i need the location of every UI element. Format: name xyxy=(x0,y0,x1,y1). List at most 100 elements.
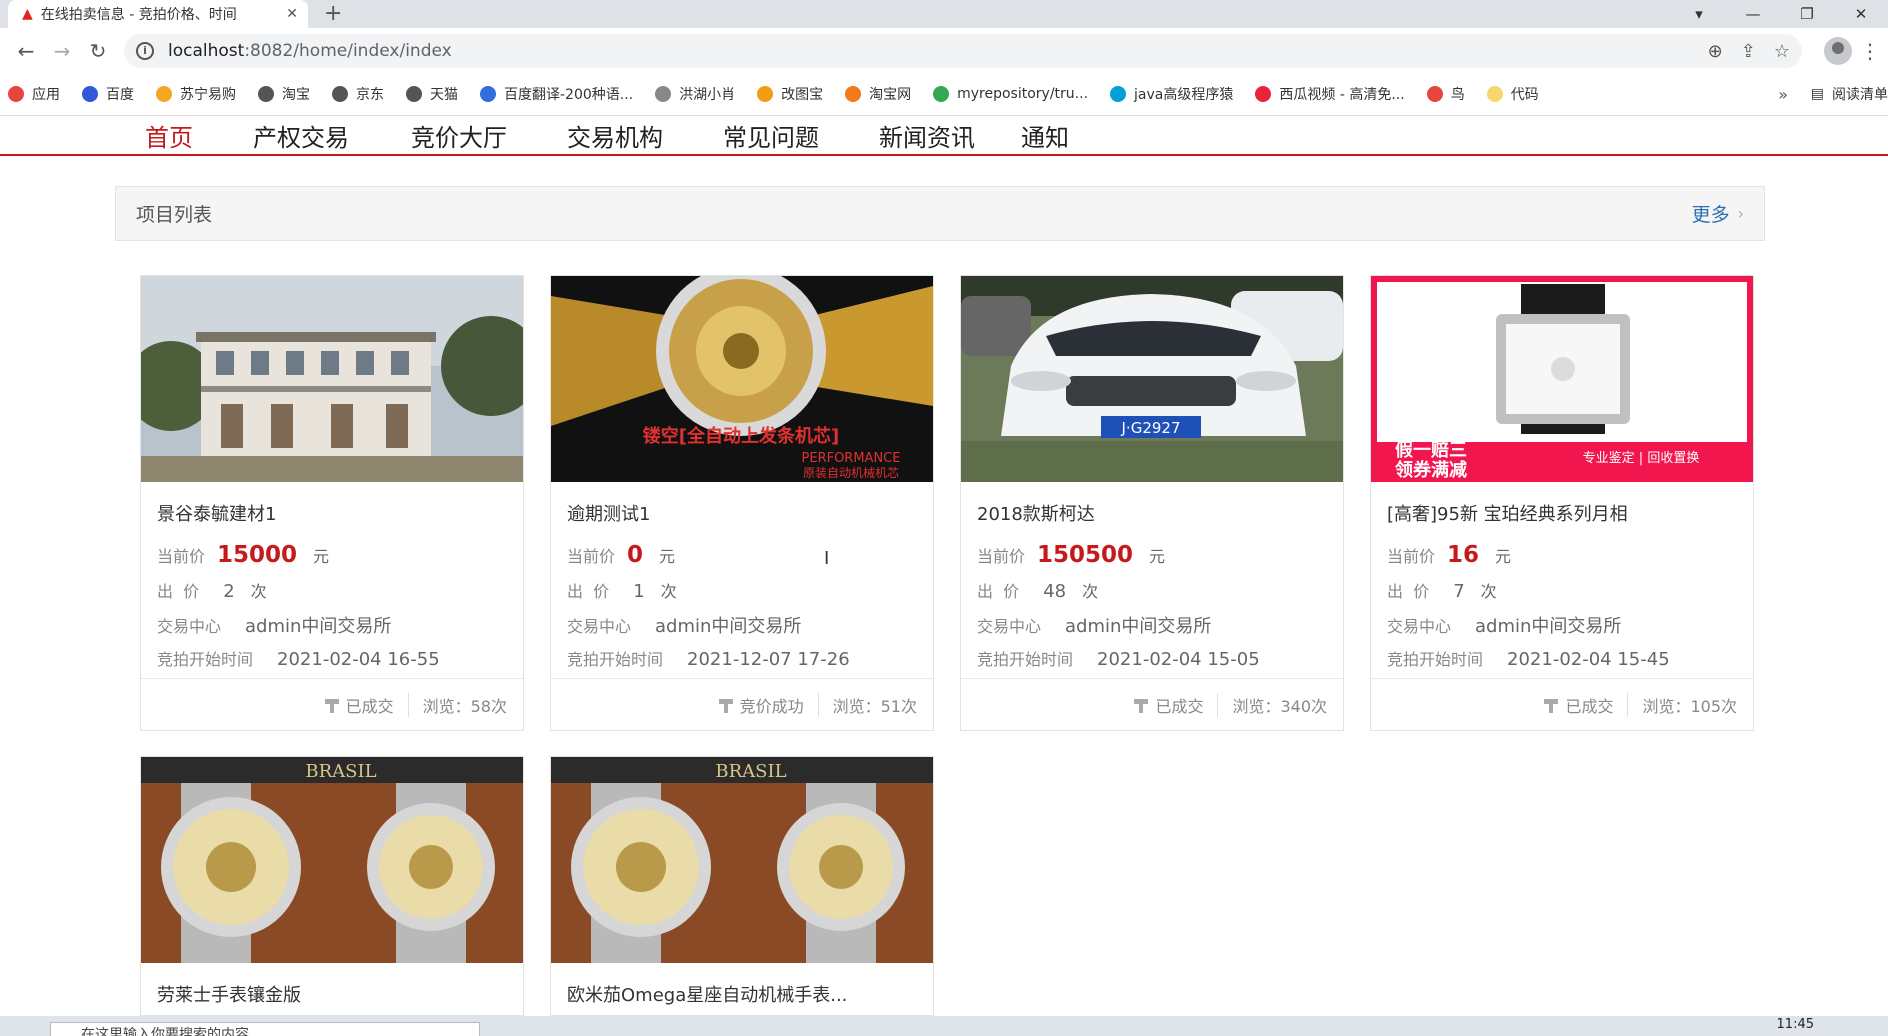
card-image-car[interactable]: J·G2927 xyxy=(961,276,1343,482)
price-unit: 元 xyxy=(313,547,330,566)
card-title[interactable]: 逾期测试1 xyxy=(567,500,917,526)
center-value: admin中间交易所 xyxy=(245,616,392,637)
close-window-icon[interactable]: ✕ xyxy=(1834,5,1888,23)
nav-item[interactable]: 通知 xyxy=(1021,118,1069,153)
bookmark-item[interactable]: 应用 xyxy=(8,84,60,104)
bookmark-item[interactable]: 百度 xyxy=(82,84,134,104)
bookmark-favicon-icon xyxy=(655,86,672,102)
profile-avatar[interactable] xyxy=(1824,37,1852,65)
bid-label: 出 价 xyxy=(1387,582,1430,601)
auction-card[interactable]: 镂空[全自动上发条机芯] PERFORMANCE 原装自动机械机芯 逾期测试1 当… xyxy=(550,275,934,731)
auction-card[interactable]: J·G2927 2018款斯柯达 当前价 150500 元出 价 48 次交易中心 admi… xyxy=(960,275,1344,731)
tab-search-icon[interactable]: ▾ xyxy=(1672,5,1726,23)
bookmarks-overflow-icon[interactable]: » xyxy=(1778,85,1788,104)
price-label: 当前价 xyxy=(567,547,616,566)
bookmark-item[interactable]: 西瓜视频 - 高清免... xyxy=(1255,84,1405,104)
bookmark-star-icon[interactable]: ☆ xyxy=(1774,41,1790,62)
card-image-building[interactable] xyxy=(141,276,523,482)
new-tab-icon[interactable]: + xyxy=(324,0,342,28)
bookmark-label: 改图宝 xyxy=(781,87,824,103)
card-title[interactable]: 景谷泰毓建材1 xyxy=(157,500,507,526)
auction-card[interactable]: 景谷泰毓建材1 当前价 15000 元出 价 2 次交易中心 admin中间交易所 竞拍开始时… xyxy=(140,275,524,731)
start-time-label: 竞拍开始时间 xyxy=(1387,650,1484,669)
watch-banner-text-3: 原装自动机械机芯 xyxy=(803,465,899,480)
bookmark-item[interactable]: 淘宝网 xyxy=(845,84,911,104)
text-cursor-icon: I xyxy=(824,548,830,569)
deal-status-label: 已成交 xyxy=(345,696,394,716)
card-title[interactable]: 2018款斯柯达 xyxy=(977,500,1327,526)
center-label: 交易中心 xyxy=(1387,617,1452,636)
project-list-header: 项目列表 更多 › xyxy=(115,186,1765,241)
zoom-icon[interactable]: ⊕ xyxy=(1708,41,1723,62)
bookmark-label: 应用 xyxy=(32,87,60,103)
card-title[interactable]: [高奢]95新 宝珀经典系列月相 xyxy=(1387,500,1737,526)
price-label: 当前价 xyxy=(977,547,1026,566)
menu-kebab-icon[interactable]: ⋮ xyxy=(1860,39,1880,63)
view-count: 浏览：340次 xyxy=(1232,696,1327,716)
nav-item[interactable]: 首页 xyxy=(145,118,193,153)
card-image-luxury-watch[interactable]: 假一赔三 领券满减 专业鉴定 | 回收置换 xyxy=(1371,276,1753,482)
bookmark-item[interactable]: myrepository/tru... xyxy=(933,86,1088,102)
nav-item[interactable]: 常见问题 xyxy=(723,118,819,153)
auction-card[interactable]: BRASIL 劳莱士手表镶金版 xyxy=(140,756,524,1016)
price-unit: 元 xyxy=(1149,547,1166,566)
card-image-watch-pair[interactable]: BRASIL xyxy=(141,757,523,963)
bookmark-label: 淘宝网 xyxy=(869,87,912,103)
forward-icon[interactable]: → xyxy=(44,39,80,63)
bookmark-item[interactable]: 代码 xyxy=(1486,84,1539,104)
start-time-value: 2021-12-07 17-26 xyxy=(687,649,850,670)
card-title[interactable]: 欧米茄Omega星座自动机械手表... xyxy=(567,981,917,1007)
gavel-icon xyxy=(1133,697,1149,713)
reading-list[interactable]: ▤ 阅读清单 xyxy=(1811,84,1888,104)
center-row: 交易中心 admin中间交易所 xyxy=(567,612,917,638)
taskbar-search-input[interactable]: 在这里输入你要搜索的内容 xyxy=(50,1022,480,1036)
share-icon[interactable]: ⇪ xyxy=(1741,41,1756,62)
card-image-watch-pair[interactable]: BRASIL xyxy=(551,757,933,963)
current-price: 150500 xyxy=(1037,542,1134,568)
card-footer: 已成交 浏览：58次 xyxy=(141,678,523,730)
bookmark-item[interactable]: 天猫 xyxy=(406,84,458,104)
bookmark-item[interactable]: 京东 xyxy=(332,84,384,104)
bid-row: 出 价 48 次 xyxy=(977,578,1327,602)
more-link[interactable]: 更多 › xyxy=(1692,200,1744,227)
bookmark-item[interactable]: 百度翻译-200种语... xyxy=(480,84,633,104)
os-taskbar: 在这里输入你要搜索的内容 11:45 xyxy=(0,1016,1888,1036)
back-icon[interactable]: ← xyxy=(8,39,44,63)
auction-card[interactable]: BRASIL 欧米茄Omega星座自动机械手表... xyxy=(550,756,934,1016)
address-bar[interactable]: i localhost:8082/home/index/index ⊕ ⇪ ☆ xyxy=(124,34,1802,68)
start-time-label: 竞拍开始时间 xyxy=(977,650,1074,669)
price-row: 当前价 16 元 xyxy=(1387,542,1737,568)
browser-toolbar: ← → ↻ i localhost:8082/home/index/index … xyxy=(0,28,1888,74)
price-unit: 元 xyxy=(1495,547,1512,566)
current-price: 15000 xyxy=(217,542,298,568)
card-title[interactable]: 劳莱士手表镶金版 xyxy=(157,981,507,1007)
gavel-icon xyxy=(1543,697,1559,713)
bookmark-item[interactable]: 鸟 xyxy=(1426,84,1465,104)
deal-status-label: 竞价成功 xyxy=(739,696,804,716)
bookmark-favicon-icon xyxy=(1255,86,1272,102)
license-plate-text: J·G2927 xyxy=(1121,419,1181,437)
bookmark-item[interactable]: 洪湖小肖 xyxy=(655,84,735,104)
nav-item[interactable]: 竞价大厅 xyxy=(411,118,507,153)
browser-tab[interactable]: ▲ 在线拍卖信息 - 竞拍价格、时间 ✕ xyxy=(8,0,308,28)
nav-item[interactable]: 交易机构 xyxy=(567,118,663,153)
nav-item[interactable]: 产权交易 xyxy=(253,118,349,153)
taskbar-clock[interactable]: 11:45 xyxy=(1777,1017,1814,1032)
close-tab-icon[interactable]: ✕ xyxy=(286,6,298,22)
auction-card[interactable]: 假一赔三 领券满减 专业鉴定 | 回收置换 [高奢]95新 宝珀经典系列月相 当前… xyxy=(1370,275,1754,731)
minimize-icon[interactable]: — xyxy=(1726,5,1780,23)
watch-banner-text: 镂空[全自动上发条机芯] xyxy=(643,425,839,447)
bid-count: 2 xyxy=(223,581,235,602)
view-count: 浏览：105次 xyxy=(1642,696,1737,716)
bookmark-favicon-icon xyxy=(757,86,774,102)
site-info-icon[interactable]: i xyxy=(136,42,154,60)
nav-item[interactable]: 新闻资讯 xyxy=(879,118,975,153)
bookmark-item[interactable]: 改图宝 xyxy=(757,84,823,104)
card-image-gold-watch[interactable]: 镂空[全自动上发条机芯] PERFORMANCE 原装自动机械机芯 xyxy=(551,276,933,482)
restore-icon[interactable]: ❐ xyxy=(1780,5,1834,23)
bid-row: 出 价 1次 xyxy=(567,578,917,602)
reload-icon[interactable]: ↻ xyxy=(80,39,116,63)
bookmark-item[interactable]: java高级程序猿 xyxy=(1110,84,1233,104)
bookmark-item[interactable]: 苏宁易购 xyxy=(156,84,236,104)
bookmark-item[interactable]: 淘宝 xyxy=(258,84,310,104)
